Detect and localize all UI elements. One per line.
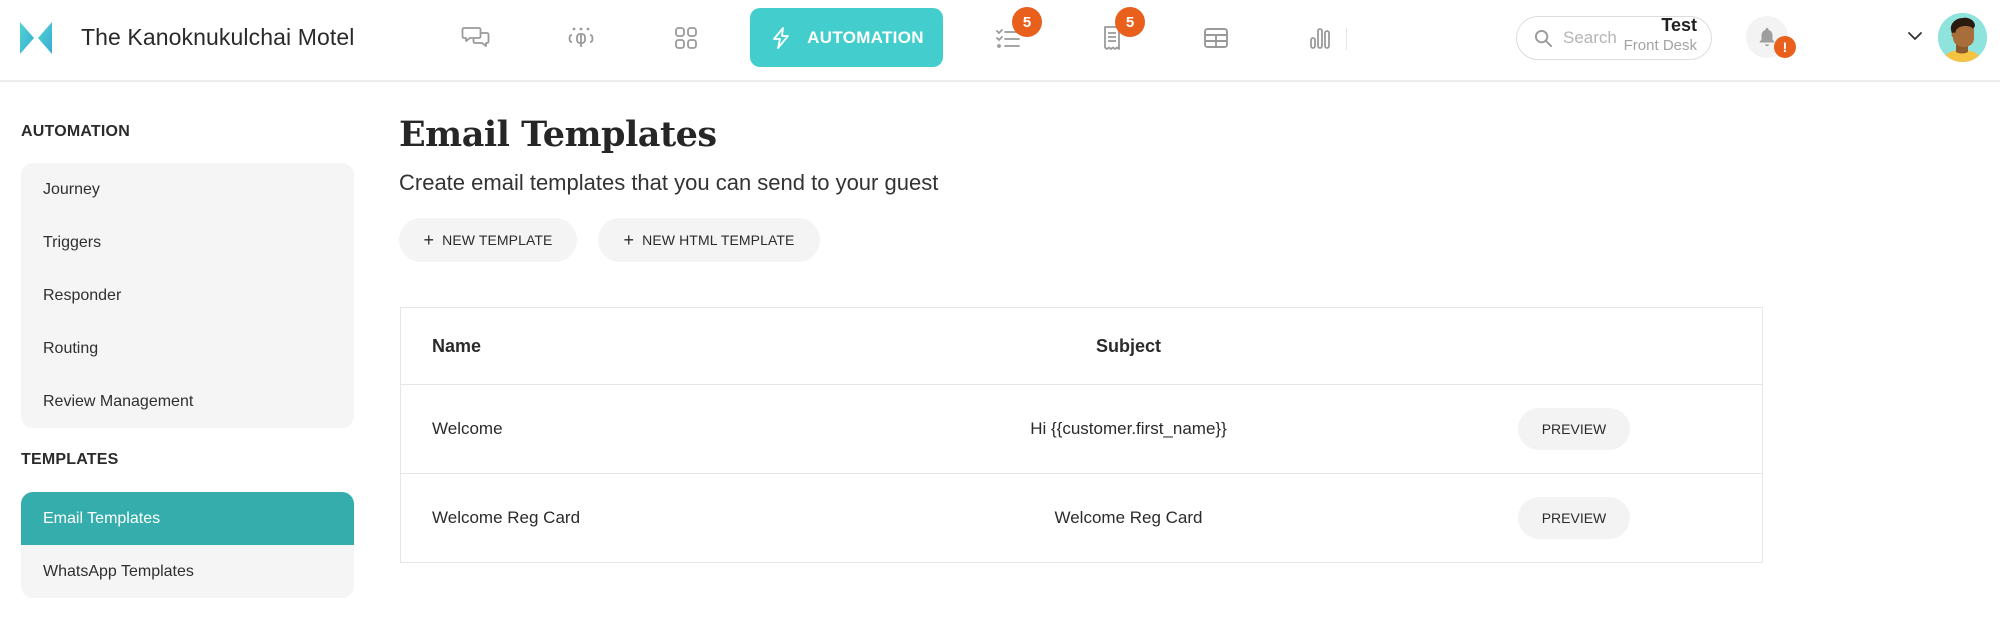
column-header-subject: Subject: [1095, 335, 1161, 356]
nav-conversations[interactable]: [458, 20, 494, 56]
sidebar-item-triggers[interactable]: Triggers: [21, 216, 354, 269]
table-row[interactable]: Welcome Reg Card Welcome Reg Card PREVIE…: [401, 474, 1762, 562]
logo-icon[interactable]: [20, 22, 52, 54]
search-icon: [1534, 29, 1553, 47]
nav-rooms[interactable]: [1198, 20, 1234, 56]
sidebar-item-review-management[interactable]: Review Management: [21, 375, 354, 428]
app-title: The Kanoknukulchai Motel: [81, 24, 355, 50]
template-name: Welcome Reg Card: [432, 508, 581, 527]
sidebar-heading-automation: AUTOMATION: [21, 123, 130, 140]
chevron-down-icon[interactable]: [1906, 29, 1924, 43]
grid-apps-icon: [675, 27, 697, 49]
sidebar-group-templates: Email Templates WhatsApp Templates: [21, 492, 354, 598]
sidebar-group-automation: Journey Triggers Responder Routing Revie…: [21, 163, 354, 428]
sidebar-item-responder[interactable]: Responder: [21, 269, 354, 322]
page-title: Email Templates: [399, 114, 717, 155]
user-avatar-icon: [1938, 13, 1987, 62]
top-navbar: The Kanoknukulchai Motel AUTOMATION 5 5 …: [0, 0, 2000, 82]
avatar[interactable]: [1938, 13, 1987, 62]
preview-button[interactable]: PREVIEW: [1518, 408, 1630, 450]
template-name: Welcome: [432, 419, 503, 438]
bar-chart-icon: [1310, 28, 1330, 49]
notifications-alert-badge: !: [1774, 36, 1796, 58]
table-header-row: Name Subject: [401, 308, 1762, 385]
new-html-template-button[interactable]: + NEW HTML TEMPLATE: [598, 218, 820, 262]
preview-button[interactable]: PREVIEW: [1518, 497, 1630, 539]
nav-reports[interactable]: [1302, 20, 1338, 56]
user-name[interactable]: Test: [1661, 15, 1697, 36]
page-subtitle: Create email templates that you can send…: [399, 170, 939, 195]
sidebar-item-routing[interactable]: Routing: [21, 322, 354, 375]
table-row[interactable]: Welcome Hi {{customer.first_name}} PREVI…: [401, 385, 1762, 474]
table-layout-icon: [1204, 28, 1228, 48]
chat-bubbles-icon: [461, 27, 490, 47]
sidebar-item-email-templates[interactable]: Email Templates: [21, 492, 354, 545]
new-template-label: NEW TEMPLATE: [442, 232, 553, 248]
template-subject: Welcome Reg Card: [1054, 508, 1203, 527]
user-role: Front Desk: [1623, 37, 1697, 54]
invoices-count-badge: 5: [1115, 7, 1145, 37]
nav-automation[interactable]: AUTOMATION: [750, 8, 943, 67]
template-subject: Hi {{customer.first_name}}: [1030, 419, 1227, 438]
tasks-count-badge: 5: [1012, 7, 1042, 37]
new-html-template-label: NEW HTML TEMPLATE: [642, 232, 795, 248]
plus-icon: +: [623, 230, 635, 250]
sidebar-item-journey[interactable]: Journey: [21, 163, 354, 216]
plus-icon: +: [423, 230, 435, 250]
new-template-button[interactable]: + NEW TEMPLATE: [399, 218, 577, 262]
nav-automation-label: AUTOMATION: [807, 27, 924, 47]
lightning-icon: [773, 26, 790, 49]
nav-apps[interactable]: [668, 20, 704, 56]
sidebar-item-whatsapp-templates[interactable]: WhatsApp Templates: [21, 545, 354, 598]
nav-divider: [1346, 28, 1347, 50]
nav-guests[interactable]: [563, 20, 599, 56]
guests-group-icon: [568, 27, 594, 47]
sidebar-heading-templates: TEMPLATES: [21, 451, 119, 468]
column-header-name: Name: [432, 335, 482, 356]
email-templates-table: Name Subject Welcome Hi {{customer.first…: [400, 307, 1763, 563]
